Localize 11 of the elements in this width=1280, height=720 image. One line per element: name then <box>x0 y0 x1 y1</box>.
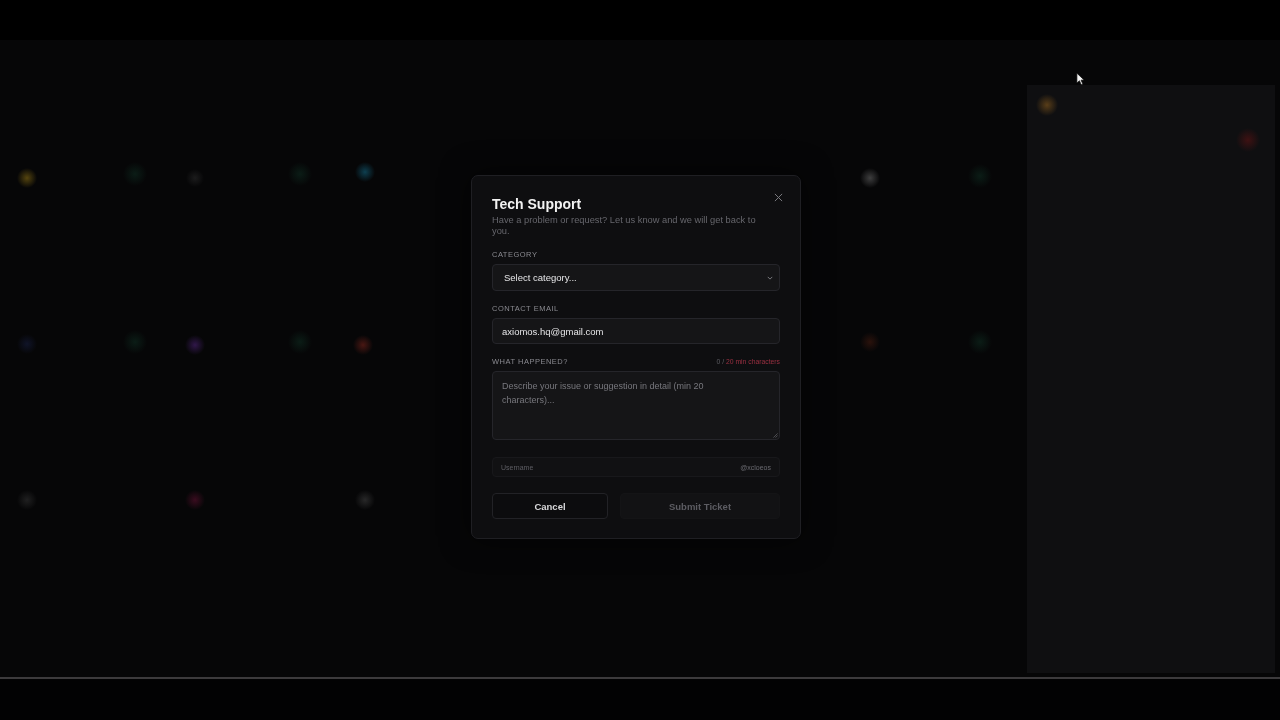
close-icon <box>774 193 783 202</box>
chevron-down-icon <box>767 275 773 280</box>
mouse-pointer-icon <box>1076 72 1085 86</box>
cancel-button[interactable]: Cancel <box>492 493 608 519</box>
category-select[interactable]: Select category... <box>492 264 780 291</box>
resize-grip-icon <box>773 433 778 438</box>
dialog-title: Tech Support <box>492 196 582 212</box>
close-button[interactable] <box>774 193 783 202</box>
dialog-subtitle: Have a problem or request? Let us know and we will get back to you. <box>492 215 757 237</box>
description-textarea[interactable]: Describe your issue or suggestion in detail (min 20 characters)... <box>492 371 780 440</box>
email-input[interactable]: axiomos.hq@gmail.com <box>492 318 780 344</box>
